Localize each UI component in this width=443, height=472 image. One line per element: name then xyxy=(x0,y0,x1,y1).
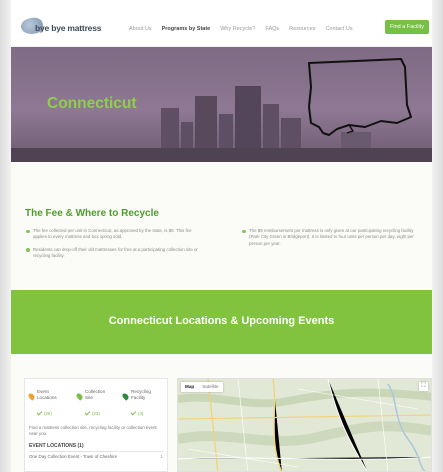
fullscreen-icon[interactable]: ⛶ xyxy=(419,382,428,391)
check-icon xyxy=(130,409,137,416)
fee-item: The $9 reimbursement per mattress is onl… xyxy=(241,228,421,247)
check-icon xyxy=(36,409,43,416)
legend-label: Collection Site xyxy=(85,389,106,400)
page-shadow-left xyxy=(0,0,11,472)
fee-list-right: The $9 reimbursement per mattress is onl… xyxy=(241,228,421,253)
nav-programs-by-state[interactable]: Programs by State xyxy=(162,26,211,32)
fee-item: The fee collected per unit in Connecticu… xyxy=(25,228,200,241)
locations-title: Connecticut Locations & Upcoming Events xyxy=(108,315,335,327)
check-icon xyxy=(84,409,91,416)
event-pin-icon xyxy=(27,392,36,401)
divider xyxy=(29,451,163,452)
event-list-item[interactable]: One Day Collection Event - Town of Chesh… xyxy=(29,454,163,460)
legend-label: Event Locations xyxy=(37,389,57,400)
hero-banner: Connecticut xyxy=(11,47,432,162)
nav-resources[interactable]: Resources xyxy=(289,26,315,32)
facility-pin-icon xyxy=(121,392,130,401)
fee-section: The Fee & Where to Recycle The fee colle… xyxy=(11,162,432,280)
skyline-riverbank xyxy=(11,148,432,162)
nav-contact-us[interactable]: Contact Us xyxy=(325,26,352,32)
collection-pin-icon xyxy=(75,392,84,401)
site-logo[interactable]: bye bye mattress xyxy=(19,15,113,38)
locations-description: Find a mattress collection site, recycli… xyxy=(29,425,157,436)
event-name: One Day Collection Event - Town of Chesh… xyxy=(29,454,118,459)
event-locations-heading: EVENT LOCATIONS (1) xyxy=(29,443,84,449)
fee-title: The Fee & Where to Recycle xyxy=(25,208,159,219)
legend-count: (3) xyxy=(130,409,143,417)
locations-section: Event Locations (26) Collection Site (23… xyxy=(11,354,432,472)
nav-about-us[interactable]: About Us xyxy=(129,26,152,32)
legend-label: Recycling Facility xyxy=(131,389,151,400)
legend-count: (26) xyxy=(36,409,52,417)
logo-text: bye bye mattress xyxy=(35,23,102,33)
state-outline-icon xyxy=(308,58,412,136)
fee-list-left: The fee collected per unit in Connecticu… xyxy=(25,228,200,266)
map-tiles xyxy=(178,379,431,471)
fee-item: Residents can drop-off their old mattres… xyxy=(25,247,200,260)
event-count: 1 xyxy=(160,454,163,459)
nav-why-recycle[interactable]: Why Recycle? xyxy=(220,26,255,32)
page-title: Connecticut xyxy=(47,95,137,112)
map-tab-satellite[interactable]: Satellite xyxy=(198,382,222,392)
map-tab-map[interactable]: Map xyxy=(181,382,198,392)
nav-faqs[interactable]: FAQs xyxy=(265,26,279,32)
locations-banner: Connecticut Locations & Upcoming Events xyxy=(11,290,432,354)
page-shadow-right xyxy=(432,0,443,472)
main-nav: About Us Programs by State Why Recycle? … xyxy=(129,26,363,32)
locations-map[interactable]: Map Satellite ⛶ xyxy=(177,378,432,472)
locations-panel: Event Locations (26) Collection Site (23… xyxy=(24,378,168,472)
legend-count: (23) xyxy=(84,409,100,417)
site-header: bye bye mattress About Us Programs by St… xyxy=(11,0,432,47)
find-facility-button[interactable]: Find a Facility xyxy=(385,20,429,34)
page: bye bye mattress About Us Programs by St… xyxy=(11,0,432,472)
map-type-tabs: Map Satellite xyxy=(181,382,223,392)
